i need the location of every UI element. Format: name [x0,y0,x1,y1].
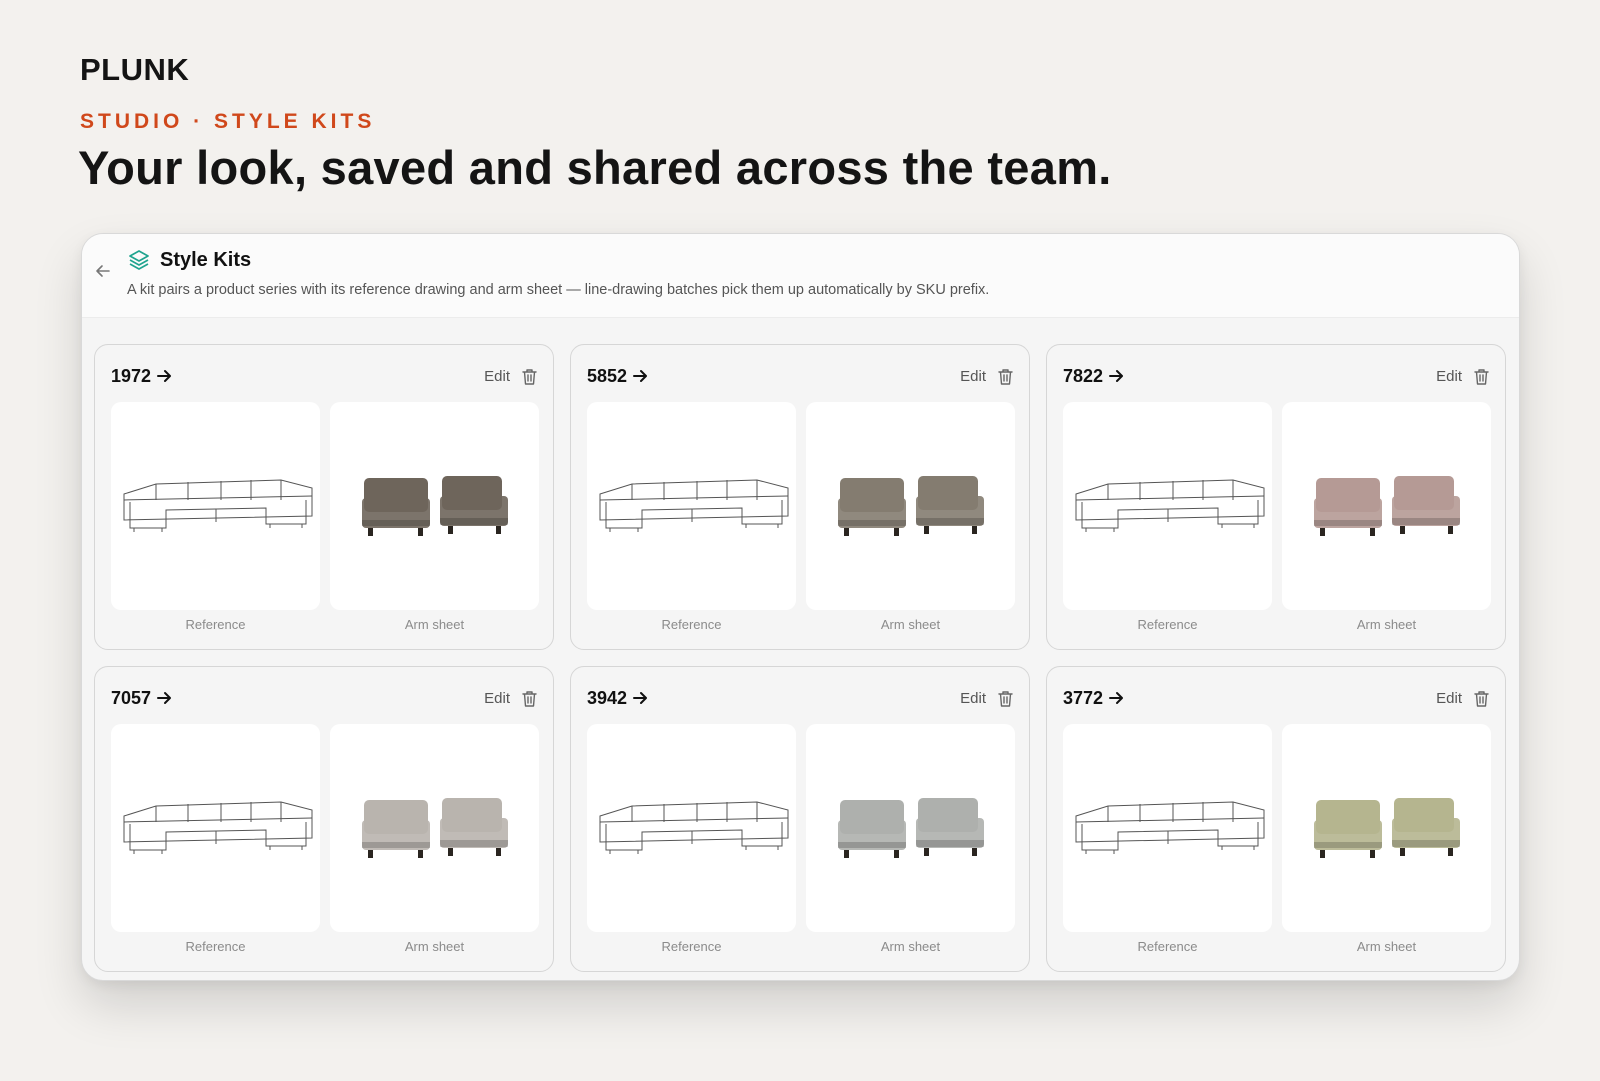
sofa-line-drawing [123,801,312,854]
brand-logo: PLUNK [80,52,190,87]
arm-sheet-image[interactable] [330,402,539,610]
arrow-right-icon [157,692,172,704]
arm-photo-left [837,478,906,536]
arm-photo-right [915,798,984,856]
reference-drawing-image[interactable] [1063,724,1272,932]
arm-sheet-label: Arm sheet [1356,617,1417,632]
arm-photo-right [915,476,984,534]
eyebrow-label: STUDIO · STYLE KITS [80,110,376,133]
arrow-right-icon [633,692,648,704]
arm-photo-left [361,800,430,858]
arm-sheet-photos [360,794,510,862]
kit-card: 7822 Edit Reference Arm sheet [1046,344,1506,650]
trash-icon[interactable] [1474,368,1489,385]
arm-photo-left [1313,478,1382,536]
edit-button[interactable]: Edit [960,368,986,385]
arm-sheet-label: Arm sheet [880,617,941,632]
kit-sku-link[interactable]: 7822 [1063,366,1124,387]
back-arrow-icon[interactable] [94,262,112,280]
arrow-right-icon [633,370,648,382]
sofa-line-drawing [599,479,788,532]
kit-sku-link[interactable]: 7057 [111,688,172,709]
arm-photo-right [1391,476,1460,534]
kit-card: 7057 Edit Reference Arm sheet [94,666,554,972]
arm-photo-left [837,800,906,858]
kit-sku-link[interactable]: 3772 [1063,688,1124,709]
kit-sku-link[interactable]: 5852 [587,366,648,387]
edit-button[interactable]: Edit [484,368,510,385]
arm-photo-left [361,478,430,536]
reference-drawing-image[interactable] [1063,402,1272,610]
reference-label: Reference [661,939,722,954]
arm-sheet-photos [1312,794,1462,862]
arm-photo-right [439,798,508,856]
arm-sheet-image[interactable] [330,724,539,932]
kit-card: 3942 Edit Reference Arm sheet [570,666,1030,972]
sofa-line-drawing [123,479,312,532]
window-header: Style Kits A kit pairs a product series … [82,234,1519,318]
kit-card: 3772 Edit Reference Arm sheet [1046,666,1506,972]
trash-icon[interactable] [998,368,1013,385]
arm-photo-left [1313,800,1382,858]
arm-sheet-label: Arm sheet [1356,939,1417,954]
trash-icon[interactable] [522,690,537,707]
reference-drawing-image[interactable] [587,724,796,932]
reference-drawing-image[interactable] [587,402,796,610]
arm-sheet-photos [360,472,510,540]
arrow-right-icon [157,370,172,382]
kit-sku: 5852 [587,365,628,386]
arrow-right-icon [1109,370,1124,382]
arm-sheet-image[interactable] [1282,402,1491,610]
reference-drawing-image[interactable] [111,724,320,932]
trash-icon[interactable] [998,690,1013,707]
trash-icon[interactable] [1474,690,1489,707]
sofa-line-drawing [1075,479,1264,532]
reference-label: Reference [661,617,722,632]
arm-sheet-label: Arm sheet [880,939,941,954]
arrow-right-icon [1109,692,1124,704]
kit-sku: 3772 [1063,687,1104,708]
kit-sku: 7057 [111,687,152,708]
window-title: Style Kits [160,249,252,271]
reference-label: Reference [1137,617,1198,632]
arm-sheet-photos [836,472,986,540]
arm-photo-right [1391,798,1460,856]
kit-sku: 1972 [111,365,152,386]
arm-sheet-image[interactable] [806,724,1015,932]
arm-sheet-image[interactable] [1282,724,1491,932]
kit-sku-link[interactable]: 1972 [111,366,172,387]
trash-icon[interactable] [522,368,537,385]
kit-card: 5852 Edit Reference Arm sheet [570,344,1030,650]
kit-grid: 1972 Edit Reference Arm sheet 5852 Edit … [94,344,1506,972]
edit-button[interactable]: Edit [1436,690,1462,707]
kit-sku-link[interactable]: 3942 [587,688,648,709]
style-kits-window: Style Kits A kit pairs a product series … [81,233,1520,981]
layers-icon [129,250,149,270]
window-description: A kit pairs a product series with its re… [127,282,990,298]
arm-sheet-photos [836,794,986,862]
sofa-line-drawing [1075,801,1264,854]
edit-button[interactable]: Edit [1436,368,1462,385]
kit-sku: 3942 [587,687,628,708]
edit-button[interactable]: Edit [484,690,510,707]
edit-button[interactable]: Edit [960,690,986,707]
headline: Your look, saved and shared across the t… [78,141,1112,194]
arm-photo-right [439,476,508,534]
arm-sheet-label: Arm sheet [404,939,465,954]
kit-card: 1972 Edit Reference Arm sheet [94,344,554,650]
kit-sku: 7822 [1063,365,1104,386]
reference-label: Reference [185,617,246,632]
arm-sheet-photos [1312,472,1462,540]
arm-sheet-image[interactable] [806,402,1015,610]
sofa-line-drawing [599,801,788,854]
reference-label: Reference [1137,939,1198,954]
arm-sheet-label: Arm sheet [404,617,465,632]
reference-drawing-image[interactable] [111,402,320,610]
reference-label: Reference [185,939,246,954]
